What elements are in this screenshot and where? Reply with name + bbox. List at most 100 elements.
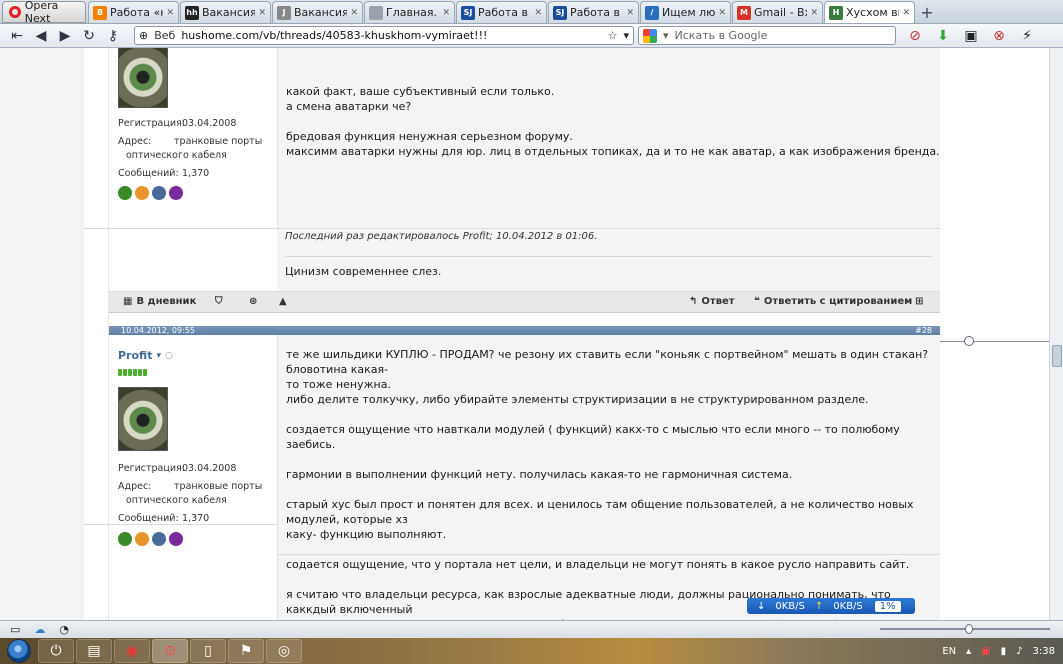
post-2-inner-divider	[278, 554, 940, 555]
star-icon[interactable]: ☆	[608, 29, 618, 42]
taskbar-chrome[interactable]: ◉	[114, 639, 150, 663]
tab-close-icon[interactable]: ✕	[810, 8, 818, 18]
key-icon[interactable]: ⚷	[102, 26, 124, 46]
username[interactable]: Profit ▾ ○	[118, 349, 173, 362]
tab-bar: Opera Next BРабота «на...✕hhВакансия Р..…	[0, 0, 1063, 24]
tab-close-icon[interactable]: ✕	[442, 8, 450, 18]
diary-button[interactable]: ▦ В дневник	[123, 296, 196, 307]
tab-9[interactable]: HХусхом вы...✕	[824, 1, 915, 23]
post-2-number[interactable]: #28	[915, 326, 932, 335]
tag-button[interactable]: ⛉	[215, 296, 223, 307]
yahoo-badge-icon	[169, 532, 183, 546]
tab-close-icon[interactable]: ✕	[258, 8, 266, 18]
tab-close-icon[interactable]: ✕	[534, 8, 542, 18]
panel-toggle-icon[interactable]: ▭	[10, 623, 20, 636]
taskbar-app-disc[interactable]: ◎	[266, 639, 302, 663]
taskbar-app-flag[interactable]: ⚑	[228, 639, 264, 663]
forward-icon[interactable]: ▶	[54, 26, 76, 46]
speed-dial-icon[interactable]: ◔	[59, 623, 69, 636]
post-text-line: старый хус был прост и понятен для всех.…	[286, 498, 914, 526]
warning-icon: ▲	[279, 296, 287, 307]
page-slider-knob[interactable]	[964, 336, 974, 346]
post-text-line: каку- функцию выполняют.	[286, 528, 447, 541]
reload-icon[interactable]: ↻	[78, 26, 100, 46]
diary-label: В дневник	[136, 296, 197, 307]
tab-close-icon[interactable]: ✕	[902, 8, 910, 18]
multiquote-button[interactable]: ⊞	[915, 296, 923, 307]
taskbar-explorer[interactable]: ▤	[76, 639, 112, 663]
left-decoration	[0, 48, 84, 620]
tab-2[interactable]: hhВакансия Р...✕	[180, 1, 271, 23]
reply-button[interactable]: ↰ Ответ	[689, 296, 735, 307]
usage-percent: 1%	[874, 600, 901, 612]
scrollbar-thumb[interactable]	[1052, 345, 1062, 367]
tab-1[interactable]: BРабота «на...✕	[88, 1, 179, 23]
volume-icon[interactable]: ♪	[1016, 646, 1022, 657]
post-2-header: 10.04.2012, 09:55 #28	[109, 326, 940, 335]
opera-logo-icon	[9, 6, 21, 18]
network-icon[interactable]: ▮	[1001, 646, 1007, 657]
post-text-line: создается ощущение что навткали модулей …	[286, 423, 900, 451]
share-button[interactable]: ⊛	[249, 296, 257, 307]
tab-7[interactable]: /Ищем люб...✕	[640, 1, 731, 23]
tab-close-icon[interactable]: ✕	[626, 8, 634, 18]
reg-value: 03.04.2008	[182, 463, 237, 474]
disc-icon: ◎	[277, 643, 291, 659]
opera-menu-button[interactable]: Opera Next	[2, 0, 86, 24]
speed-icon[interactable]: ⚡	[1018, 27, 1036, 45]
tab-label: Главная. И...	[386, 6, 439, 19]
post-1: Регистрация:03.04.2008 Адрес: транковые п…	[84, 48, 940, 313]
back-button-icon[interactable]: ◀	[30, 26, 52, 46]
reply-icon: ↰	[689, 296, 698, 307]
tab-3[interactable]: JВакансия Р...✕	[272, 1, 363, 23]
tray-expand-icon[interactable]: ▴	[966, 646, 971, 657]
tab-5[interactable]: SJРабота в го...✕	[456, 1, 547, 23]
app-tray-icon[interactable]: ▣	[981, 646, 990, 657]
vertical-scrollbar[interactable]	[1049, 48, 1063, 620]
taskbar-opera[interactable]: ⊙	[152, 639, 188, 663]
search-dropdown-icon[interactable]: ▾	[663, 29, 669, 42]
quote-button[interactable]: ❝ Ответить с цитированием	[754, 296, 912, 307]
tab-close-icon[interactable]: ✕	[350, 8, 358, 18]
adblock-icon[interactable]: ⊗	[990, 27, 1008, 45]
language-indicator[interactable]: EN	[942, 646, 956, 657]
flag-icon: ⚑	[239, 643, 253, 659]
new-tab-button[interactable]: +	[916, 1, 938, 23]
search-field[interactable]: ▾ Искать в Google	[638, 26, 896, 45]
username-text[interactable]: Profit	[118, 349, 152, 362]
post-text-line: а смена аватарки че?	[286, 100, 412, 113]
download-icon[interactable]: ⬇	[934, 27, 952, 45]
opera-icon: ⊙	[164, 643, 176, 659]
tab-label: Работа «на...	[110, 6, 163, 19]
report-button[interactable]: ▲	[279, 296, 287, 307]
web-page: Регистрация:03.04.2008 Адрес: транковые п…	[0, 48, 1049, 620]
dropdown-icon[interactable]: ▾	[623, 29, 629, 42]
zoom-slider-knob[interactable]	[965, 624, 973, 634]
taskbar-notepad[interactable]: ▯	[190, 639, 226, 663]
messages-value: 1,370	[182, 513, 210, 524]
opera-menu-label: Opera Next	[24, 0, 59, 24]
url-text[interactable]: hushome.com/vb/threads/40583-khuskhom-vy…	[181, 29, 601, 42]
tab-close-icon[interactable]: ✕	[718, 8, 726, 18]
page-left-border	[84, 48, 109, 620]
person-badge-icon	[152, 186, 166, 200]
address-value-1: транковые порты	[174, 136, 263, 147]
notes-icon[interactable]: ▣	[962, 27, 980, 45]
stop-icon[interactable]: ⊘	[906, 27, 924, 45]
tab-8[interactable]: MGmail - Вхо...✕	[732, 1, 823, 23]
taskbar-app-1[interactable]: ⏻	[38, 639, 74, 663]
tab-close-icon[interactable]: ✕	[166, 8, 174, 18]
user-menu-icon[interactable]: ▾	[156, 351, 161, 361]
download-speed: 0KB/S	[775, 600, 805, 612]
sidebar-divider	[84, 524, 277, 525]
avatar	[118, 387, 168, 451]
address-bar[interactable]: ⊕ Веб hushome.com/vb/threads/40583-khusk…	[134, 26, 634, 45]
tab-label: Gmail - Вхо...	[754, 6, 807, 19]
tab-4[interactable]: Главная. И...✕	[364, 1, 455, 23]
cloud-icon[interactable]: ☁	[34, 623, 45, 636]
start-button[interactable]	[0, 638, 38, 664]
tab-6[interactable]: SJРабота в го...✕	[548, 1, 639, 23]
back-icon[interactable]: ⇤	[6, 26, 28, 46]
clock[interactable]: 3:38	[1033, 646, 1055, 657]
messages-label: Сообщений:	[118, 168, 179, 179]
